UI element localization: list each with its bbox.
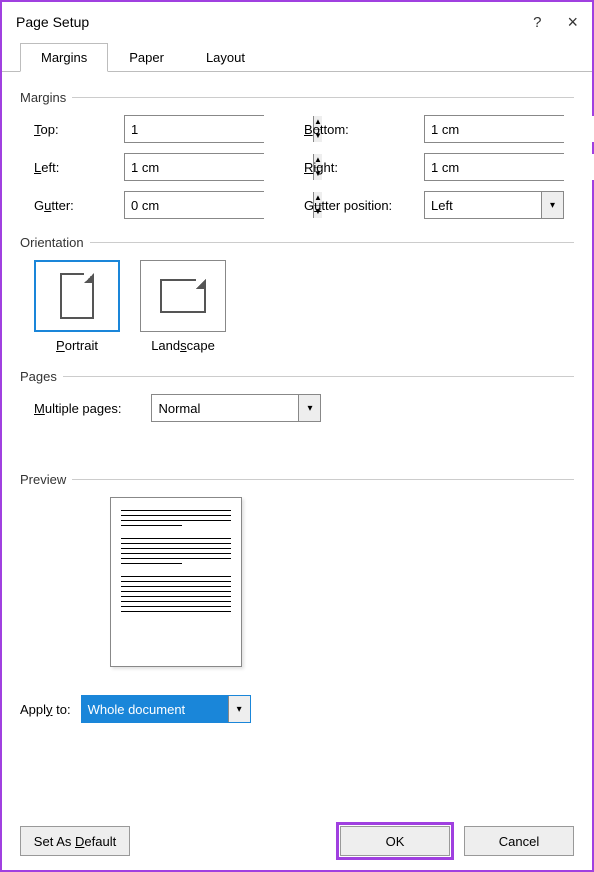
bottom-input[interactable] xyxy=(425,116,594,142)
gutter-pos-label: Gutter position: xyxy=(304,198,424,213)
gutter-pos-select[interactable]: Left ▾ xyxy=(424,191,564,219)
help-button[interactable]: ? xyxy=(533,14,541,31)
preview-group: Preview xyxy=(20,472,574,667)
tab-margins[interactable]: Margins xyxy=(20,43,108,72)
preview-page xyxy=(110,497,242,667)
multiple-pages-value: Normal xyxy=(152,401,298,416)
set-as-default-button[interactable]: Set As Default xyxy=(20,826,130,856)
right-spinner[interactable]: ▲▼ xyxy=(424,153,564,181)
apply-to-label: Apply to: xyxy=(20,702,71,717)
page-icon xyxy=(60,273,94,319)
portrait-label: Portrait xyxy=(56,338,98,353)
orientation-group: Orientation Portrait Landscape xyxy=(20,235,574,353)
left-spinner[interactable]: ▲▼ xyxy=(124,153,264,181)
page-setup-dialog: Page Setup ? × Margins Paper Layout Marg… xyxy=(0,0,594,872)
orientation-portrait[interactable] xyxy=(34,260,120,332)
top-spinner[interactable]: ▲▼ xyxy=(124,115,264,143)
cancel-button[interactable]: Cancel xyxy=(464,826,574,856)
top-input[interactable] xyxy=(125,116,313,142)
orientation-landscape[interactable] xyxy=(140,260,226,332)
orientation-group-label: Orientation xyxy=(20,235,84,250)
gutter-input[interactable] xyxy=(125,192,313,218)
apply-to-value: Whole document xyxy=(82,696,228,722)
right-label: Right: xyxy=(304,160,424,175)
margins-group: Margins Top: ▲▼ Bottom: ▲▼ Left: ▲▼ xyxy=(20,90,574,219)
divider xyxy=(72,479,574,480)
right-input[interactable] xyxy=(425,154,594,180)
apply-to-select[interactable]: Whole document ▾ xyxy=(81,695,251,723)
bottom-label: Bottom: xyxy=(304,122,424,137)
margins-group-label: Margins xyxy=(20,90,66,105)
left-input[interactable] xyxy=(125,154,313,180)
dialog-title: Page Setup xyxy=(16,14,89,30)
divider xyxy=(72,97,574,98)
divider xyxy=(90,242,574,243)
gutter-pos-value: Left xyxy=(425,198,541,213)
dialog-body: Margins Top: ▲▼ Bottom: ▲▼ Left: ▲▼ xyxy=(2,72,592,870)
left-label: Left: xyxy=(34,160,124,175)
top-label: Top: xyxy=(34,122,124,137)
multiple-pages-select[interactable]: Normal ▾ xyxy=(151,394,321,422)
tabs: Margins Paper Layout xyxy=(2,42,592,72)
tab-layout[interactable]: Layout xyxy=(185,43,266,72)
multiple-pages-label: Multiple pages: xyxy=(34,401,121,416)
apply-to-row: Apply to: Whole document ▾ xyxy=(20,695,574,723)
chevron-down-icon[interactable]: ▾ xyxy=(541,192,563,218)
divider xyxy=(63,376,574,377)
pages-group: Pages Multiple pages: Normal ▾ xyxy=(20,369,574,422)
dialog-footer: Set As Default OK Cancel xyxy=(20,808,574,856)
window-controls: ? × xyxy=(533,12,578,33)
page-icon xyxy=(160,279,206,313)
preview-group-label: Preview xyxy=(20,472,66,487)
titlebar: Page Setup ? × xyxy=(2,2,592,42)
gutter-spinner[interactable]: ▲▼ xyxy=(124,191,264,219)
ok-button[interactable]: OK xyxy=(340,826,450,856)
close-button[interactable]: × xyxy=(567,12,578,33)
pages-group-label: Pages xyxy=(20,369,57,384)
tab-paper[interactable]: Paper xyxy=(108,43,185,72)
chevron-down-icon[interactable]: ▾ xyxy=(228,696,250,722)
chevron-down-icon[interactable]: ▾ xyxy=(298,395,320,421)
bottom-spinner[interactable]: ▲▼ xyxy=(424,115,564,143)
landscape-label: Landscape xyxy=(151,338,215,353)
gutter-label: Gutter: xyxy=(34,198,124,213)
